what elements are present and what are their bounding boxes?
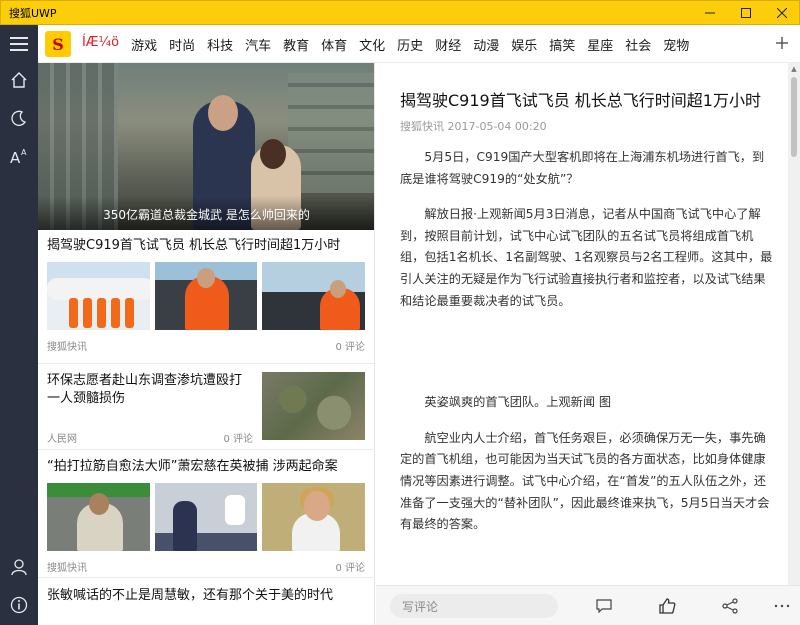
navigation-rail: AA — [0, 25, 38, 625]
news-feed: 350亿霸道总裁金城武 是怎么帅回来的 揭驾驶C919首飞试飞员 机长总飞行时间… — [38, 63, 375, 625]
title-bar: 搜狐UWP — [0, 0, 800, 25]
feed-item-comments: 0 评论 — [335, 342, 365, 353]
thumbnail-image — [154, 262, 258, 330]
comment-bar: 写评论 — [376, 585, 800, 625]
feed-item-source: 人民网 — [47, 434, 77, 445]
sohu-logo: S — [45, 31, 71, 57]
article-scrollbar[interactable]: ▲ — [788, 63, 800, 585]
maximize-button[interactable] — [729, 1, 763, 25]
feed-item-thumbnails — [47, 483, 366, 551]
article-view: 揭驾驶C919首飞试飞员 机长总飞行时间超1万小时 搜狐快讯 2017-05-0… — [376, 63, 788, 585]
more-icon — [774, 604, 790, 608]
article-paragraph: 航空业内人士介绍，首飞任务艰巨，必须确保万无一失，事先确定的首飞机组，也可能因为… — [400, 430, 770, 532]
channel-tab[interactable]: 教育 — [283, 35, 309, 54]
channel-tab[interactable]: 文化 — [359, 35, 385, 54]
feed-item-thumbnails — [47, 262, 366, 330]
close-button[interactable] — [765, 1, 799, 25]
maximize-icon — [741, 8, 751, 18]
thumbnail-image — [262, 372, 365, 440]
scroll-up-icon[interactable]: ▲ — [788, 63, 800, 75]
hero-banner[interactable]: 350亿霸道总裁金城武 是怎么帅回来的 — [38, 63, 374, 230]
thumbnail-image — [262, 262, 366, 330]
hamburger-icon — [10, 37, 28, 51]
like-button[interactable] — [657, 596, 677, 616]
night-mode-button[interactable] — [0, 101, 38, 135]
thumbs-up-icon — [659, 598, 676, 614]
channel-tab[interactable]: 娱乐 — [511, 35, 537, 54]
feed-item[interactable]: 揭驾驶C919首飞试飞员 机长总飞行时间超1万小时 搜狐快讯 0 评论 — [38, 230, 374, 364]
font-size-icon: AA — [10, 148, 27, 165]
article-image-caption: 英姿飒爽的首飞团队。上观新闻 图 — [424, 395, 612, 410]
minimize-button[interactable] — [693, 1, 727, 25]
share-icon — [722, 598, 738, 614]
more-button[interactable] — [772, 596, 792, 616]
channel-tab[interactable]: 游戏 — [131, 35, 157, 54]
thumbnail-image — [262, 483, 366, 551]
feed-item[interactable]: 环保志愿者赴山东调查渗坑遭殴打 一人颈髓损伤 人民网 0 评论 — [38, 364, 374, 450]
feed-item[interactable]: 张敏喊话的不止是周慧敏，还有那个关于美的时代 — [38, 578, 374, 625]
thumbnail-image — [47, 262, 150, 330]
channel-tab[interactable]: 时尚 — [169, 35, 195, 54]
feed-item-title: “拍打拉筋自愈法大师”萧宏慈在英被捕 涉两起命案 — [47, 459, 338, 474]
channel-tab[interactable]: 历史 — [397, 35, 423, 54]
svg-text:A: A — [21, 148, 27, 157]
channel-tab[interactable]: 宠物 — [663, 35, 689, 54]
svg-text:A: A — [10, 149, 21, 165]
plus-icon — [776, 37, 788, 49]
comments-button[interactable] — [594, 596, 614, 616]
feed-item-title: 揭驾驶C919首飞试飞员 机长总飞行时间超1万小时 — [47, 238, 341, 253]
channel-bar: S ÍÆ¼ö 游戏 时尚 科技 汽车 教育 体育 文化 历史 财经 动漫 娱乐 搞笑 星座 社会 宠物 — [38, 25, 800, 63]
feed-item[interactable]: “拍打拉筋自愈法大师”萧宏慈在英被捕 涉两起命案 搜狐快讯 0 评论 — [38, 450, 374, 578]
hero-caption: 350亿霸道总裁金城武 是怎么帅回来的 — [38, 196, 374, 230]
window-title: 搜狐UWP — [9, 7, 57, 20]
info-icon — [10, 596, 28, 614]
share-button[interactable] — [720, 596, 740, 616]
article-meta: 搜狐快讯 2017-05-04 00:20 — [400, 120, 547, 133]
channel-tab[interactable]: 动漫 — [473, 35, 499, 54]
comment-input[interactable]: 写评论 — [390, 594, 558, 618]
channel-tab[interactable]: 汽车 — [245, 35, 271, 54]
feed-item-title: 张敏喊话的不止是周慧敏，还有那个关于美的时代 — [47, 588, 334, 603]
account-button[interactable] — [0, 550, 38, 584]
feed-item-source: 搜狐快讯 — [47, 563, 87, 574]
channel-tab[interactable]: ÍÆ¼ö — [82, 35, 119, 54]
scrollbar-thumb[interactable] — [791, 77, 797, 157]
minimize-icon — [705, 12, 715, 14]
feed-item-comments: 0 评论 — [223, 434, 253, 445]
home-icon — [11, 72, 27, 88]
comment-icon — [596, 599, 612, 613]
thumbnail-image — [154, 483, 258, 551]
channel-tab[interactable]: 财经 — [435, 35, 461, 54]
home-button[interactable] — [0, 63, 38, 97]
channel-tab[interactable]: 搞笑 — [549, 35, 575, 54]
channel-tab[interactable]: 科技 — [207, 35, 233, 54]
channel-tab[interactable]: 体育 — [321, 35, 347, 54]
channel-tab[interactable]: 社会 — [625, 35, 651, 54]
article-body: 5月5日，C919国产大型客机即将在上海浦东机场进行首飞，到底是谁将驾驶C919… — [400, 147, 776, 550]
thumbnail-image — [47, 483, 150, 551]
article-title: 揭驾驶C919首飞试飞员 机长总飞行时间超1万小时 — [400, 91, 761, 110]
channel-tabs: ÍÆ¼ö 游戏 时尚 科技 汽车 教育 体育 文化 历史 财经 动漫 娱乐 搞笑 星座 社会 宠物 — [82, 35, 701, 54]
article-paragraph: 解放日报·上观新闻5月3日消息，记者从中国商飞试飞中心了解到，按照目前计划，试飞… — [400, 207, 773, 308]
article-image-placeholder — [400, 326, 776, 392]
channel-tab[interactable]: 星座 — [587, 35, 613, 54]
add-channel-button[interactable] — [776, 33, 788, 54]
about-button[interactable] — [0, 588, 38, 622]
font-size-button[interactable]: AA — [0, 139, 38, 173]
close-icon — [777, 8, 787, 18]
feed-item-source: 搜狐快讯 — [47, 342, 87, 353]
feed-item-comments: 0 评论 — [335, 563, 365, 574]
hamburger-menu-button[interactable] — [0, 27, 38, 61]
article-paragraph: 5月5日，C919国产大型客机即将在上海浦东机场进行首飞，到底是谁将驾驶C919… — [400, 150, 765, 186]
feed-item-title: 环保志愿者赴山东调查渗坑遭殴打 一人颈髓损伤 — [47, 373, 243, 406]
user-icon — [11, 559, 27, 576]
moon-icon — [11, 110, 27, 126]
